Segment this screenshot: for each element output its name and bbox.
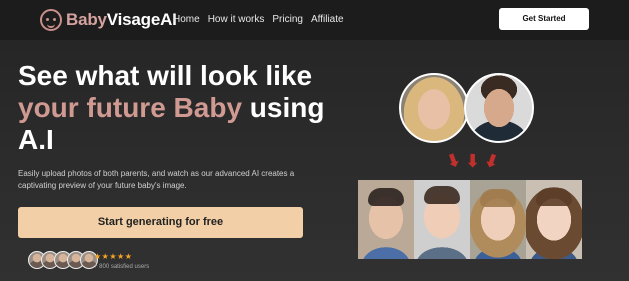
rating-stars: ★★★★★ [94, 252, 133, 261]
top-navbar: BabyVisageAI Home How it works Pricing A… [0, 0, 629, 40]
hero-title-line1: See what will look like [18, 60, 313, 91]
baby-photo [414, 180, 470, 259]
arrow-down-icon: ⬇ [443, 148, 465, 173]
hero-title-accent: your future Baby [18, 92, 243, 123]
hero-title-line3: A.I [18, 124, 54, 155]
hero-title-rest: using [242, 92, 325, 123]
nav-link-home[interactable]: Home [173, 13, 200, 27]
baby-photo [526, 180, 582, 259]
logo[interactable]: BabyVisageAI [40, 8, 177, 32]
user-avatars [28, 251, 98, 269]
nav-link-affiliate[interactable]: Affiliate [311, 13, 344, 27]
arrows-group: ⬇ ⬇ ⬇ [443, 148, 502, 176]
logo-text-visageai: VisageAI [106, 10, 177, 29]
start-generating-button[interactable]: Start generating for free [18, 207, 303, 238]
baby-photo [470, 180, 526, 259]
hero-description: Easily upload photos of both parents, an… [18, 169, 295, 190]
baby-previews [358, 180, 582, 259]
satisfied-users-text: + 800 satisfied users [94, 264, 150, 270]
nav-link-pricing[interactable]: Pricing [272, 13, 303, 27]
father-photo [464, 73, 534, 143]
landing-page: BabyVisageAI Home How it works Pricing A… [0, 0, 629, 281]
logo-text-baby: Baby [66, 10, 107, 29]
baby-face-icon [40, 9, 62, 31]
nav-link-how-it-works[interactable]: How it works [208, 13, 265, 27]
baby-photo [358, 180, 414, 259]
hero-title: See what will look like your future Baby… [18, 60, 338, 156]
arrow-down-icon: ⬇ [481, 149, 503, 174]
get-started-button[interactable]: Get Started [499, 8, 589, 30]
logo-text: BabyVisageAI [66, 10, 177, 30]
arrow-down-icon: ⬇ [465, 151, 481, 171]
mother-photo [399, 73, 469, 143]
nav-links: Home How it works Pricing Affiliate [173, 13, 344, 27]
